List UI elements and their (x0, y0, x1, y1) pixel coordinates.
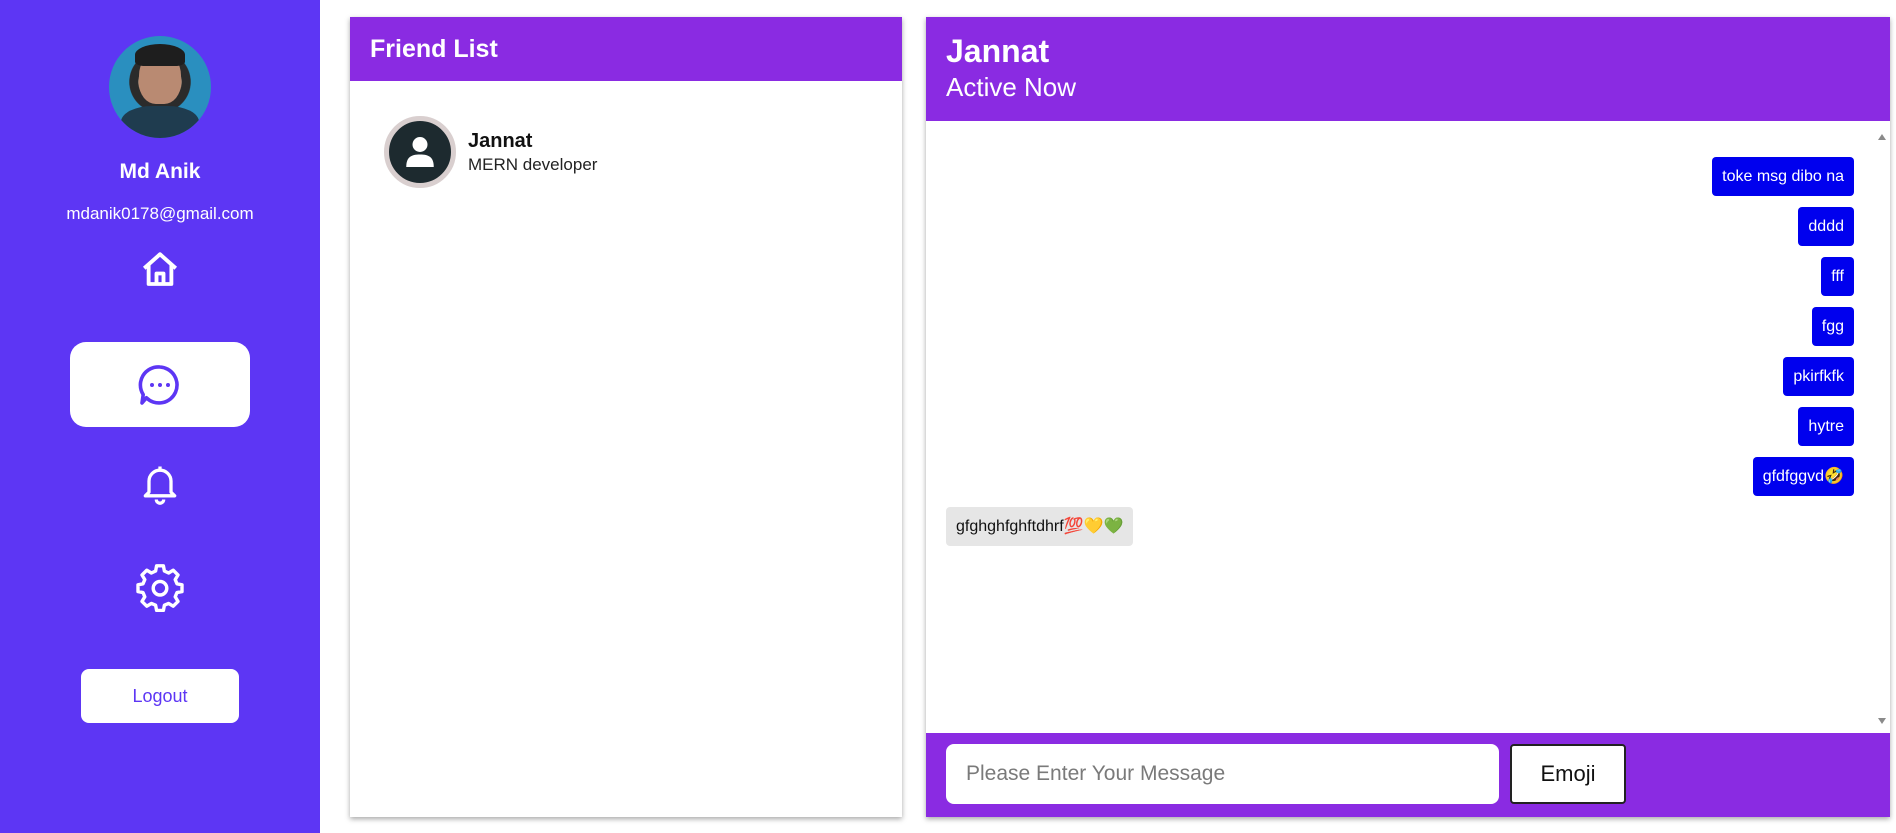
sent-message: hytre (1798, 407, 1854, 446)
nav-notifications-button[interactable] (136, 459, 184, 507)
message-row: pkirfkfk (946, 357, 1854, 396)
gear-icon (136, 564, 184, 612)
user-icon (406, 137, 434, 167)
message-row: gfdfggvd🤣 (946, 457, 1854, 496)
sent-message: gfdfggvd🤣 (1752, 457, 1854, 496)
message-row: fff (946, 257, 1854, 296)
message-row: hytre (946, 407, 1854, 446)
friend-avatar (384, 116, 456, 188)
sent-message: fff (1821, 257, 1854, 296)
message-row: gfghghfghftdhrf💯💛💚 (946, 507, 1854, 546)
chat-dots-icon (138, 364, 179, 405)
logout-button[interactable]: Logout (81, 669, 239, 723)
message-row: dddd (946, 207, 1854, 246)
message-input[interactable] (946, 744, 1499, 804)
chat-header: Jannat Active Now (926, 17, 1890, 121)
sent-message: dddd (1798, 207, 1854, 246)
avatar-shirt (121, 106, 199, 138)
bell-icon (143, 466, 177, 505)
friend-list-title: Friend List (350, 17, 902, 81)
emoji-button[interactable]: Emoji (1510, 744, 1626, 804)
friend-name: Jannat (468, 129, 533, 152)
sent-message: pkirfkfk (1783, 357, 1854, 396)
avatar (109, 36, 211, 138)
friend-list-item[interactable]: Jannat MERN developer (384, 116, 597, 188)
nav-messages-button[interactable] (70, 342, 250, 427)
message-list[interactable]: toke msg dibo na dddd fff fgg pkirfkfk h… (926, 128, 1874, 730)
scroll-up-icon[interactable] (1878, 134, 1886, 140)
message-scrollbar[interactable] (1874, 128, 1890, 730)
chat-panel: Jannat Active Now toke msg dibo na dddd … (926, 17, 1890, 817)
message-row: toke msg dibo na (946, 157, 1854, 196)
received-message: gfghghfghftdhrf💯💛💚 (946, 507, 1134, 546)
chat-contact-name: Jannat (946, 33, 1050, 69)
friend-list-panel: Friend List Jannat MERN developer (350, 17, 902, 817)
nav-home-button[interactable] (136, 246, 184, 294)
user-email: mdanik0178@gmail.com (66, 204, 254, 223)
scroll-down-icon[interactable] (1878, 718, 1886, 724)
avatar-hair (135, 44, 185, 66)
user-name: Md Anik (119, 160, 201, 183)
nav-settings-button[interactable] (135, 563, 185, 613)
sent-message: toke msg dibo na (1712, 157, 1854, 196)
chat-contact-status: Active Now (946, 72, 1077, 102)
message-composer: Emoji (926, 733, 1890, 817)
sidebar: Md Anik mdanik0178@gmail.com Logout (0, 0, 320, 833)
friend-role: MERN developer (468, 154, 598, 174)
message-row: fgg (946, 307, 1854, 346)
sent-message: fgg (1811, 307, 1854, 346)
home-icon (142, 252, 178, 286)
